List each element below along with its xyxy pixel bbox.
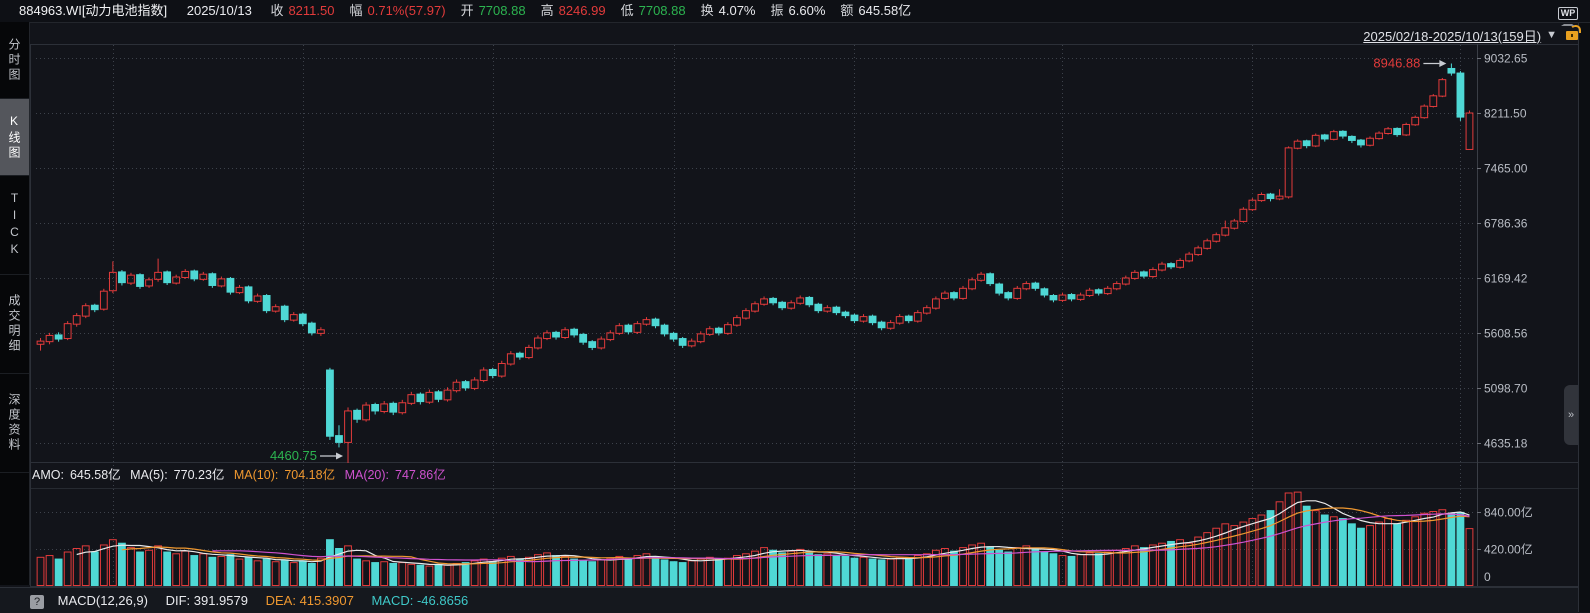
dif-value: 391.9579 (194, 593, 248, 608)
vol-ma20-label: MA(20): (345, 468, 389, 482)
macd-label: MACD: (371, 593, 413, 608)
sidebar-tab-label: 深度资料 (6, 393, 23, 453)
svg-text:420.00亿: 420.00亿 (1484, 542, 1533, 557)
quote-field-value: 7708.88 (639, 3, 686, 18)
wp-logo-stand (1561, 21, 1575, 26)
sidebar-tab-label: TICK (8, 191, 22, 259)
chevron-right-icon: » (1568, 409, 1574, 421)
svg-text:5608.56: 5608.56 (1484, 327, 1528, 341)
svg-text:9032.65: 9032.65 (1484, 52, 1528, 66)
vol-ma20-value: 747.86亿 (395, 468, 446, 482)
amo-label: AMO: (32, 468, 64, 482)
date-range-row: 2025/02/18-2025/10/13(159日) ▼ (1363, 26, 1578, 44)
chevron-down-icon[interactable]: ▼ (1546, 29, 1557, 41)
quote-field-value: 8211.50 (288, 3, 334, 18)
svg-text:6786.36: 6786.36 (1484, 217, 1528, 231)
wp-logo-text: WP (1558, 7, 1579, 20)
expand-panel-tab[interactable]: » (1564, 385, 1578, 445)
sidebar-tab-成交明细[interactable]: 成交明细 (0, 275, 29, 374)
terminal-window: { "top_bar": { "symbol": "884963.WI[动力电池… (0, 0, 1590, 612)
svg-text:8211.50: 8211.50 (1484, 107, 1527, 121)
wp-logo-icon[interactable]: WP (1556, 3, 1580, 26)
quote-field-value: 7708.88 (479, 3, 526, 18)
sidebar-tab-分时图[interactable]: 分时图 (0, 22, 29, 99)
quote-fields: 收 8211.50 幅 0.71%(57.97) 开 7708.88 高 8246.99 低 77… (255, 3, 911, 18)
quote-date: 2025/10/13 (187, 3, 252, 18)
quote-field-label: 额 (840, 3, 853, 18)
svg-text:8946.88: 8946.88 (1373, 56, 1420, 71)
left-sidebar: 分时图 K线图 TICK 成交明细深度资料 (0, 22, 30, 585)
quote-field-label: 幅 (349, 3, 362, 18)
lock-icon[interactable] (1566, 31, 1578, 40)
svg-text:4635.18: 4635.18 (1484, 437, 1528, 451)
quote-field-value: 645.58亿 (858, 3, 911, 18)
dea-label: DEA: (266, 593, 296, 608)
quote-field-label: 开 (461, 3, 474, 18)
quote-field-label: 收 (270, 3, 283, 18)
vol-ma5-label: MA(5): (130, 468, 168, 482)
quote-field-value: 8246.99 (559, 3, 606, 18)
kline-volume-chart[interactable]: 9032.65 8211.50 7465.00 6786.36 6169.42 5608.… (0, 0, 1590, 612)
dea-value: 415.3907 (300, 593, 354, 608)
vol-ma10-label: MA(10): (234, 468, 278, 482)
amo-value: 645.58亿 (70, 468, 121, 482)
quote-field-value: 4.07% (719, 3, 756, 18)
quote-field-label: 换 (701, 3, 714, 18)
quote-field-value: 6.60% (789, 3, 826, 18)
date-range-link[interactable]: 2025/02/18-2025/10/13(159日) (1363, 26, 1541, 45)
sidebar-tab-label: 分时图 (6, 38, 23, 83)
svg-text:5098.70: 5098.70 (1484, 382, 1528, 396)
volume-legend: AMO: 645.58亿 MA(5): 770.23亿 MA(10): 704.18亿… (32, 463, 452, 487)
svg-text:4460.75: 4460.75 (270, 448, 317, 463)
vol-ma10-value: 704.18亿 (284, 468, 335, 482)
quote-field-value: 0.71%(57.97) (368, 3, 446, 18)
vol-ma5-value: 770.23亿 (174, 468, 225, 482)
svg-text:7465.00: 7465.00 (1484, 162, 1528, 176)
dif-label: DIF: (166, 593, 191, 608)
quote-field-label: 振 (771, 3, 784, 18)
macd-value: -46.8656 (417, 593, 468, 608)
symbol-title: 884963.WI[动力电池指数] (19, 3, 167, 18)
top-quote-bar: 884963.WI[动力电池指数] 2025/10/13 收 8211.50 幅 0.… (0, 0, 1590, 23)
sidebar-tab-label: 成交明细 (6, 294, 23, 354)
quote-field-label: 低 (621, 3, 634, 18)
help-icon[interactable]: ? (30, 595, 44, 609)
sidebar-tab-TICK[interactable]: TICK (0, 176, 29, 275)
sidebar-tab-label: K线图 (6, 114, 23, 161)
macd-name: MACD(12,26,9) (58, 593, 148, 608)
svg-text:6169.42: 6169.42 (1484, 272, 1528, 286)
macd-legend-bar: ? MACD(12,26,9) DIF: 391.9579 DEA: 415.3… (0, 587, 1578, 613)
svg-text:840.00亿: 840.00亿 (1484, 505, 1533, 520)
sidebar-tab-K线图[interactable]: K线图 (0, 99, 29, 176)
sidebar-tab-深度资料[interactable]: 深度资料 (0, 374, 29, 473)
svg-text:0: 0 (1484, 570, 1491, 584)
quote-field-label: 高 (541, 3, 554, 18)
right-edge-strip (1578, 0, 1590, 612)
